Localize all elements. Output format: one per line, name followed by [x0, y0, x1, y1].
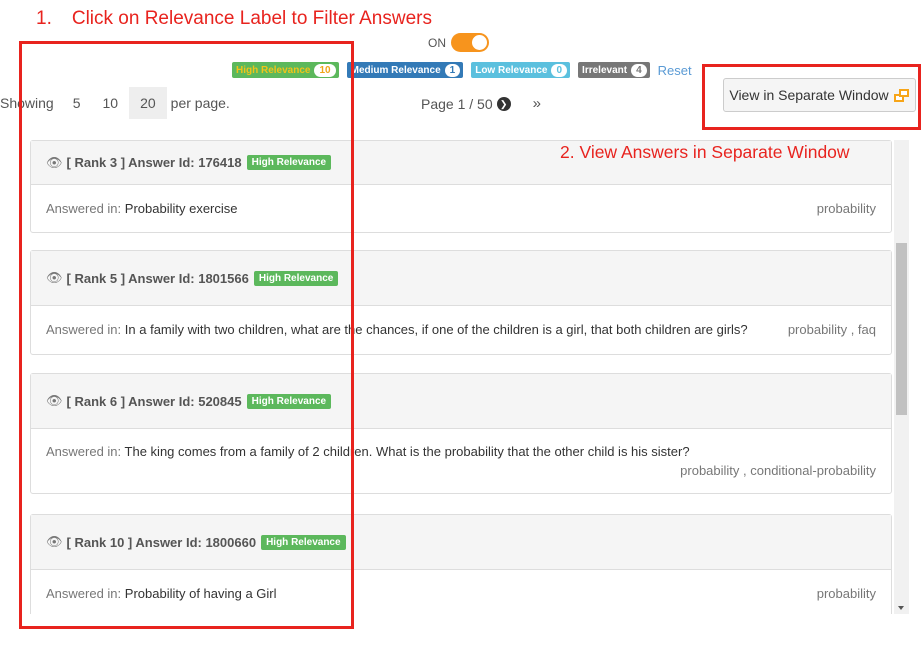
- answer-card-header[interactable]: 👁 [ Rank 10 ] Answer Id: 1800660 High Re…: [31, 515, 891, 570]
- relevance-filters: High Relevance 10 Medium Relevance 1 Low R…: [232, 62, 692, 78]
- relevance-badge: High Relevance: [246, 155, 332, 170]
- filter-high-count: 10: [314, 63, 336, 77]
- answer-card-title: [ Rank 6 ] Answer Id: 520845: [66, 393, 242, 409]
- answered-in-label: Answered in:: [46, 201, 122, 216]
- eye-icon: 👁: [46, 154, 63, 170]
- relevance-badge: High Relevance: [253, 270, 339, 286]
- filter-low-count: 0: [551, 63, 568, 77]
- eye-icon: 👁: [46, 534, 63, 549]
- page-indicator: Page 1 / 50: [421, 95, 493, 112]
- scroll-down-arrow-icon[interactable]: [898, 606, 904, 610]
- eye-icon: 👁: [46, 393, 63, 408]
- answer-card-header[interactable]: 👁 [ Rank 6 ] Answer Id: 520845 High Rele…: [31, 374, 891, 429]
- filter-medium-relevance[interactable]: Medium Relevance 1: [346, 62, 464, 78]
- eye-icon: 👁: [46, 270, 63, 285]
- relevance-toggle[interactable]: ON: [428, 33, 489, 52]
- page-size-selector: Showing 5 10 20 per page.: [0, 87, 230, 119]
- answer-tags[interactable]: probability , conditional-probability: [680, 461, 876, 480]
- answer-card-body: Answered in: Probability of having a Gir…: [31, 570, 891, 614]
- answered-in-label: Answered in:: [46, 586, 122, 601]
- answer-card-body: Answered in: In a family with two childr…: [31, 306, 891, 354]
- chevron-circle-right-icon[interactable]: ❯: [496, 96, 511, 111]
- annotation-step-1: 1. Click on Relevance Label to Filter Ans…: [36, 8, 432, 30]
- filter-irrelevant-label: Irrelevant: [582, 64, 628, 76]
- page-size-label-after: per page.: [170, 95, 230, 111]
- filter-irrelevant[interactable]: Irrelevant 4: [578, 62, 650, 78]
- toggle-knob: [472, 35, 487, 50]
- answer-card-title: [ Rank 3 ] Answer Id: 176418: [66, 155, 242, 170]
- pagination: Page 1 / 50 ❯ »: [421, 95, 541, 112]
- filter-medium-count: 1: [444, 63, 461, 77]
- answer-question-link[interactable]: In a family with two children, what are …: [125, 322, 748, 337]
- filter-high-relevance[interactable]: High Relevance 10: [232, 62, 339, 78]
- answer-tags[interactable]: probability: [817, 185, 876, 232]
- page-size-option-5[interactable]: 5: [62, 87, 92, 119]
- filter-irrelevant-count: 4: [631, 63, 647, 77]
- answer-tags[interactable]: probability: [817, 570, 876, 614]
- filter-medium-label: Medium Relevance: [350, 64, 441, 76]
- answer-card-title: [ Rank 10 ] Answer Id: 1800660: [66, 534, 257, 550]
- answer-tags[interactable]: probability , faq: [788, 306, 876, 354]
- answered-in-label: Answered in:: [46, 322, 122, 337]
- annotation-step-2: 2. View Answers in Separate Window: [560, 142, 850, 162]
- double-chevron-right-icon[interactable]: »: [533, 95, 541, 112]
- relevance-badge: High Relevance: [261, 534, 346, 550]
- answer-card-body: Answered in: Probability exercise probab…: [31, 185, 891, 232]
- answer-card: 👁 [ Rank 10 ] Answer Id: 1800660 High Re…: [30, 514, 892, 614]
- toggle-switch[interactable]: [451, 33, 489, 52]
- answer-question-link[interactable]: The king comes from a family of 2 childr…: [125, 444, 690, 459]
- annotation-step-1-text: Click on Relevance Label to Filter Answe…: [71, 8, 432, 29]
- answer-question-link[interactable]: Probability exercise: [125, 201, 238, 216]
- answer-card: 👁 [ Rank 5 ] Answer Id: 1801566 High Rel…: [30, 250, 892, 355]
- filter-low-label: Low Relevance: [475, 64, 548, 76]
- scrollbar-thumb[interactable]: [896, 243, 907, 415]
- filter-low-relevance[interactable]: Low Relevance 0: [471, 62, 571, 78]
- answered-in-label: Answered in:: [46, 444, 122, 459]
- page-size-label-before: Showing: [0, 95, 54, 111]
- results-scrollbar[interactable]: [894, 140, 909, 614]
- filter-high-label: High Relevance: [236, 64, 311, 76]
- view-separate-window-button[interactable]: View in Separate Window: [723, 78, 916, 112]
- answer-card-header[interactable]: 👁 [ Rank 5 ] Answer Id: 1801566 High Rel…: [31, 251, 891, 306]
- external-window-icon: [893, 88, 910, 102]
- toggle-label: ON: [428, 35, 446, 50]
- annotation-step-1-number: 1.: [36, 8, 52, 29]
- reset-filters-link[interactable]: Reset: [658, 63, 692, 78]
- answers-list: 👁 [ Rank 3 ] Answer Id: 176418 High Rele…: [30, 140, 894, 614]
- answer-card-title: [ Rank 5 ] Answer Id: 1801566: [66, 270, 249, 286]
- relevance-badge: High Relevance: [246, 393, 332, 409]
- page-size-option-10[interactable]: 10: [92, 87, 130, 119]
- page-size-option-20[interactable]: 20: [129, 87, 167, 119]
- answer-card-body: Answered in: The king comes from a famil…: [31, 429, 891, 493]
- answer-question-link[interactable]: Probability of having a Girl: [125, 586, 277, 601]
- view-separate-window-label: View in Separate Window: [729, 87, 889, 103]
- answer-card: 👁 [ Rank 6 ] Answer Id: 520845 High Rele…: [30, 373, 892, 494]
